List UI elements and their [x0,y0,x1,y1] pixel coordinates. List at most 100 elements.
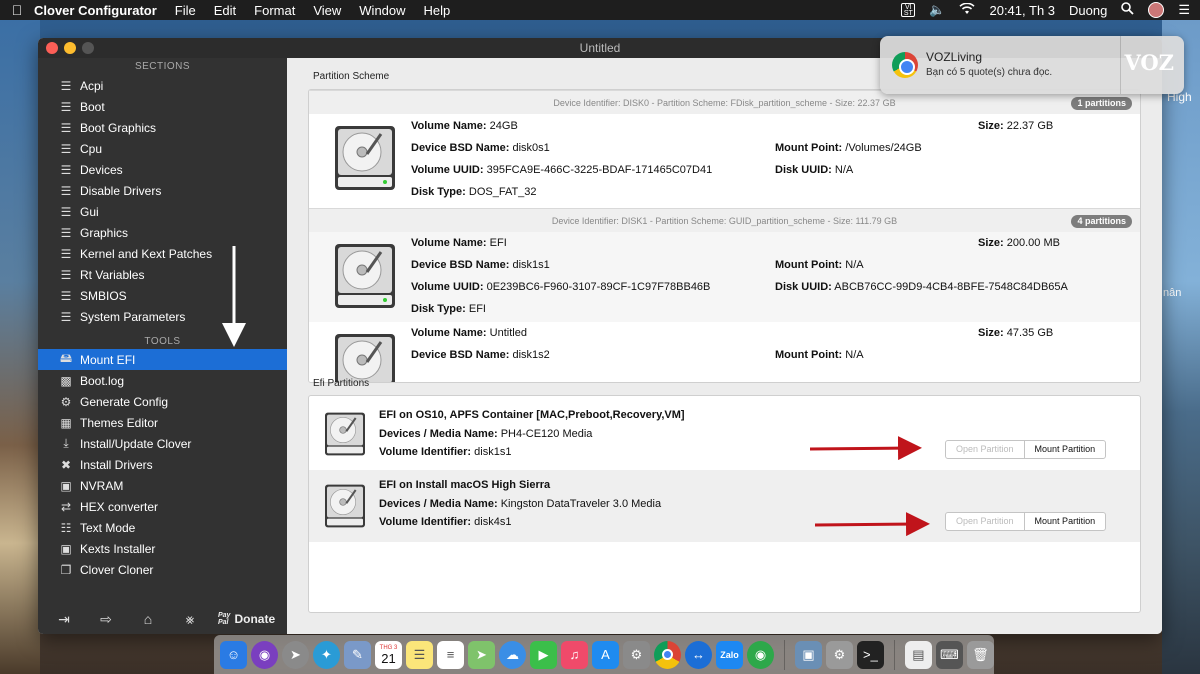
sidebar-item-label: Acpi [80,78,104,93]
sidebar-item-devices[interactable]: ☰ Devices [38,159,287,180]
preferences-icon[interactable]: ⚙ [623,640,650,669]
maps-icon[interactable]: ➤ [468,640,495,669]
app-menu[interactable]: Clover Configurator [34,3,157,18]
teamviewer-icon[interactable]: ↔ [685,640,712,669]
launchpad-icon[interactable]: ➤ [282,640,309,669]
utility-icon[interactable]: ⚙ [825,640,853,669]
calendar-icon[interactable]: THG 3 21 [375,640,402,669]
facetime-icon[interactable]: ▶ [530,640,557,669]
photos-icon[interactable]: ▣ [794,640,822,669]
mount-partition-button[interactable]: Mount Partition [1025,441,1106,458]
wifi-icon[interactable] [959,2,976,18]
terminal-icon[interactable]: >_ [856,640,884,669]
device-header-text: Device Identifier: DISK1 - Partition Sch… [551,216,898,226]
apple-menu-icon[interactable]:  [0,2,34,18]
list-icon: ☰ [60,141,72,156]
list-icon: ☰ [60,99,72,114]
notification-banner[interactable]: VOZLiving Bạn có 5 quote(s) chưa đọc. VO… [880,36,1184,94]
input-source-icon[interactable]: VI ST [901,3,916,17]
trash-icon[interactable]: 🗑 [966,640,994,669]
user-menu[interactable]: Duong [1069,3,1107,18]
siri-icon[interactable]: ◉ [251,640,278,669]
volume-icon[interactable]: 🔈 [929,2,945,18]
finder-icon[interactable]: ☺ [220,640,247,669]
disk-type: Disk Type: DOS_FAT_32 [411,186,537,198]
donate-button[interactable]: Pay Pal Donate [218,612,275,626]
device-bsd-name: Device BSD Name: disk0s1 [411,142,550,154]
notification-center-icon[interactable]: ☰ [1178,2,1190,18]
sidebar-item-gui[interactable]: ☰ Gui [38,201,287,222]
sidebar-item-label: Themes Editor [80,415,159,430]
sidebar-item-label: SMBIOS [80,288,127,303]
spotlight-search-icon[interactable] [1121,2,1134,18]
siri-avatar-icon[interactable] [1148,2,1165,18]
sidebar-item-cpu[interactable]: ☰ Cpu [38,138,287,159]
sidebar-item-text-mode[interactable]: ☷ Text Mode [38,517,287,538]
notes-icon[interactable]: ☰ [406,640,433,669]
safari-icon[interactable]: ✦ [313,640,340,669]
sidebar-item-generate-config[interactable]: ⚙ Generate Config [38,391,287,412]
sidebar-item-graphics[interactable]: ☰ Graphics [38,222,287,243]
list-item[interactable]: EFI on OS10, APFS Container [MAC,Preboot… [309,398,1140,470]
music-icon[interactable]: ♫ [561,640,588,669]
sidebar-item-disable-drivers[interactable]: ☰ Disable Drivers [38,180,287,201]
desktop-wallpaper-right [1162,20,1200,674]
sidebar-item-install-update-clover[interactable]: ⤓ Install/Update Clover [38,433,287,454]
document-icon[interactable]: ▤ [904,640,932,669]
sidebar-item-label: HEX converter [80,499,159,514]
export-icon[interactable]: ⇨ [96,611,116,628]
sidebar-item-nvram[interactable]: ▣ NVRAM [38,475,287,496]
partition-scheme-list[interactable]: Device Identifier: DISK0 - Partition Sch… [308,89,1141,383]
keyboard-icon[interactable]: ⌨ [935,640,963,669]
menu-edit[interactable]: Edit [214,3,236,18]
sidebar-item-rt-variables[interactable]: ☰ Rt Variables [38,264,287,285]
open-partition-button[interactable]: Open Partition [946,513,1025,530]
menu-file[interactable]: File [175,3,196,18]
sidebar-item-hex-converter[interactable]: ⇄ HEX converter [38,496,287,517]
sidebar-item-label: Boot [80,99,105,114]
chrome-icon[interactable] [654,640,681,669]
efi-partitions-list[interactable]: EFI on OS10, APFS Container [MAC,Preboot… [308,395,1141,613]
list-item[interactable]: Volume Name: EFI Size: 200.00 MB Device … [309,232,1140,322]
clock[interactable]: 20:41, Th 3 [989,3,1055,18]
network-icon[interactable]: ◉ [747,640,774,669]
sidebar-item-themes-editor[interactable]: ▦ Themes Editor [38,412,287,433]
sidebar-item-acpi[interactable]: ☰ Acpi [38,75,287,96]
sidebar-item-label: Install Drivers [80,457,153,472]
sidebar-item-install-drivers[interactable]: ✖ Install Drivers [38,454,287,475]
preview-icon[interactable]: ✎ [344,640,371,669]
volume-size: Size: 47.35 GB [978,327,1054,339]
sidebar-item-boot-graphics[interactable]: ☰ Boot Graphics [38,117,287,138]
disk-uuid: Disk UUID: N/A [775,164,854,176]
sidebar-item-label: Mount EFI [80,352,136,367]
reminders-icon[interactable]: ≡ [437,640,464,669]
menu-window[interactable]: Window [359,3,405,18]
sidebar-item-smbios[interactable]: ☰ SMBIOS [38,285,287,306]
appstore-icon[interactable]: A [592,640,619,669]
import-icon[interactable]: ⇥ [54,611,74,628]
sidebar-item-system-parameters[interactable]: ☰ System Parameters [38,306,287,327]
menu-view[interactable]: View [313,3,341,18]
share-icon[interactable]: ⨳ [180,611,200,628]
zalo-icon[interactable]: Zalo [716,640,743,669]
sidebar-item-mount-efi[interactable]: 🖴 Mount EFI [38,349,287,370]
grid-icon: ▦ [60,415,72,430]
home-icon[interactable]: ⌂ [138,611,158,627]
mount-partition-button[interactable]: Mount Partition [1025,513,1106,530]
sidebar-item-boot-log[interactable]: ▩ Boot.log [38,370,287,391]
menu-help[interactable]: Help [424,3,451,18]
messages-icon[interactable]: ☁ [499,640,526,669]
list-item[interactable]: Volume Name: Untitled Size: 47.35 GB Dev… [309,322,1140,382]
list-item[interactable]: EFI on Install macOS High Sierra Devices… [309,470,1140,542]
partition-count-badge: 4 partitions [1071,215,1132,228]
sidebar-item-boot[interactable]: ☰ Boot [38,96,287,117]
sidebar-item-clover-cloner[interactable]: ❐ Clover Cloner [38,559,287,580]
menu-format[interactable]: Format [254,3,295,18]
list-item[interactable]: Volume Name: 24GB Size: 22.37 GB Device … [309,114,1140,208]
list-icon: ☰ [60,162,72,177]
sidebar-item-kexts-installer[interactable]: ▣ Kexts Installer [38,538,287,559]
open-partition-button[interactable]: Open Partition [946,441,1025,458]
chip-icon: ▣ [60,478,72,493]
sidebar-item-kernel-kext-patches[interactable]: ☰ Kernel and Kext Patches [38,243,287,264]
clone-icon: ❐ [60,562,72,577]
